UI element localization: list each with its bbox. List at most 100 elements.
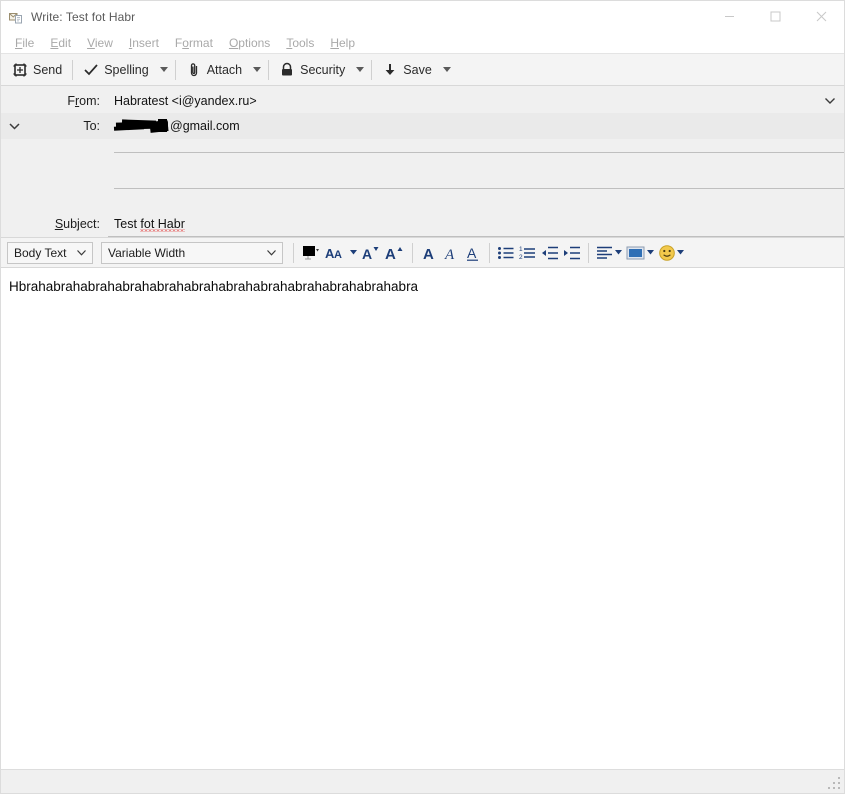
underline-button[interactable]: A	[462, 241, 484, 265]
attach-dropdown-button[interactable]	[249, 57, 265, 83]
save-dropdown-button[interactable]	[439, 57, 455, 83]
recipient-underline	[114, 187, 844, 189]
resize-grip-icon[interactable]	[828, 777, 841, 790]
menu-help[interactable]: Help	[322, 33, 363, 53]
format-separator	[489, 242, 490, 263]
insert-smiley-button[interactable]	[656, 241, 686, 265]
align-dropdown-chevron-down-icon[interactable]	[615, 250, 622, 255]
spelling-dropdown-button[interactable]	[156, 57, 172, 83]
window-title: Write: Test fot Habr	[31, 9, 136, 24]
save-button[interactable]: Save	[375, 57, 439, 83]
close-button[interactable]	[798, 1, 844, 32]
subject-text-misspelled: fot Habr	[140, 217, 185, 231]
compose-envelope-icon	[8, 9, 24, 25]
font-size-dropdown-chevron-down-icon[interactable]	[350, 250, 357, 255]
increase-font-size-button[interactable]: A	[383, 241, 407, 265]
send-label: Send	[33, 62, 63, 77]
svg-text:A: A	[444, 247, 455, 262]
decrease-font-size-button[interactable]: A	[359, 241, 383, 265]
toolbar-separator	[268, 59, 270, 80]
menu-tools[interactable]: Tools	[278, 33, 322, 53]
format-separator	[588, 242, 589, 263]
recipient-expander-chevron-down-icon[interactable]	[1, 113, 28, 139]
menu-file[interactable]: File	[7, 33, 42, 53]
from-row: From: Habratest <i@yandex.ru>	[1, 88, 844, 114]
svg-text:A: A	[362, 246, 372, 262]
align-button[interactable]	[594, 241, 624, 265]
decrease-indent-button[interactable]	[539, 241, 561, 265]
text-color-button[interactable]	[299, 241, 323, 265]
subject-value[interactable]: Test fot Habr	[108, 211, 844, 237]
to-value[interactable]: @gmail.com	[108, 113, 844, 139]
bold-button[interactable]: A	[418, 241, 440, 265]
formatting-toolbar: Body Text Variable Width A A A A A A A 1…	[1, 238, 844, 268]
paperclip-icon	[186, 62, 202, 78]
svg-text:A: A	[467, 245, 477, 261]
window-controls	[706, 1, 844, 32]
spelling-label: Spelling	[104, 62, 149, 77]
compose-window: Write: Test fot Habr File Edit View Inse…	[0, 0, 845, 794]
smiley-dropdown-chevron-down-icon[interactable]	[677, 250, 684, 255]
menu-format[interactable]: Format	[167, 33, 221, 53]
title-bar: Write: Test fot Habr	[1, 1, 844, 32]
download-icon	[382, 62, 398, 78]
toolbar-separator	[371, 59, 373, 80]
bullet-list-button[interactable]	[495, 241, 517, 265]
to-label: To:	[83, 119, 100, 133]
insert-dropdown-chevron-down-icon[interactable]	[647, 250, 654, 255]
from-label: From:	[67, 93, 100, 108]
maximize-button[interactable]	[752, 1, 798, 32]
to-value-suffix: @gmail.com	[170, 119, 240, 133]
spelling-button[interactable]: Spelling	[76, 57, 155, 83]
font-family-select[interactable]: Variable Width	[101, 241, 283, 264]
subject-row: Subject: Test fot Habr	[1, 211, 844, 237]
paragraph-style-value: Body Text	[14, 245, 67, 260]
font-size-button[interactable]: A A	[323, 241, 359, 265]
svg-text:2: 2	[519, 254, 523, 261]
message-body-editor[interactable]: Hbrahabrahabrahabrahabrahabrahabrahabrah…	[1, 268, 844, 769]
minimize-button[interactable]	[706, 1, 752, 32]
italic-button[interactable]: A	[440, 241, 462, 265]
svg-text:1: 1	[519, 246, 523, 253]
subject-text-ok: Test	[114, 217, 141, 231]
subject-label: Subject:	[54, 217, 100, 231]
from-value[interactable]: Habratest <i@yandex.ru>	[108, 88, 816, 114]
toolbar-separator	[174, 59, 176, 80]
header-spacer	[1, 165, 844, 175]
menu-options[interactable]: Options	[221, 33, 278, 53]
recipient-row-empty[interactable]	[1, 175, 844, 201]
format-separator	[412, 242, 413, 263]
menu-view[interactable]: View	[79, 33, 121, 53]
attach-button[interactable]: Attach	[179, 57, 249, 83]
insert-object-button[interactable]	[624, 241, 656, 265]
security-label: Security	[300, 62, 346, 77]
to-row: To: @gmail.com	[1, 113, 844, 139]
security-button[interactable]: Security	[272, 57, 352, 83]
redacted-recipient	[113, 119, 170, 133]
menu-edit[interactable]: Edit	[42, 33, 79, 53]
increase-indent-button[interactable]	[561, 241, 583, 265]
chevron-down-icon	[77, 249, 86, 256]
header-spacer	[1, 201, 844, 211]
menu-insert[interactable]: Insert	[121, 33, 167, 53]
svg-text:A: A	[334, 249, 342, 261]
security-dropdown-button[interactable]	[352, 57, 368, 83]
numbered-list-button[interactable]: 1 2	[517, 241, 539, 265]
from-chevron-down-icon[interactable]	[816, 97, 844, 104]
svg-text:A: A	[423, 246, 434, 262]
recipient-underline	[114, 151, 844, 153]
font-family-value: Variable Width	[108, 245, 186, 260]
lock-icon	[279, 62, 295, 78]
main-toolbar: Send Spelling Attach Security Save	[1, 54, 844, 86]
toolbar-separator	[72, 59, 74, 80]
status-bar	[1, 769, 844, 793]
attach-label: Attach	[206, 62, 243, 77]
send-button[interactable]: Send	[5, 57, 69, 83]
message-headers: From: Habratest <i@yandex.ru> To: @gmail…	[1, 86, 844, 238]
send-icon	[12, 62, 28, 78]
menu-bar: File Edit View Insert Format Options Too…	[1, 32, 844, 54]
check-icon	[83, 62, 99, 78]
svg-text:A: A	[385, 246, 396, 262]
paragraph-style-select[interactable]: Body Text	[7, 241, 93, 264]
recipient-row-empty[interactable]	[1, 139, 844, 165]
